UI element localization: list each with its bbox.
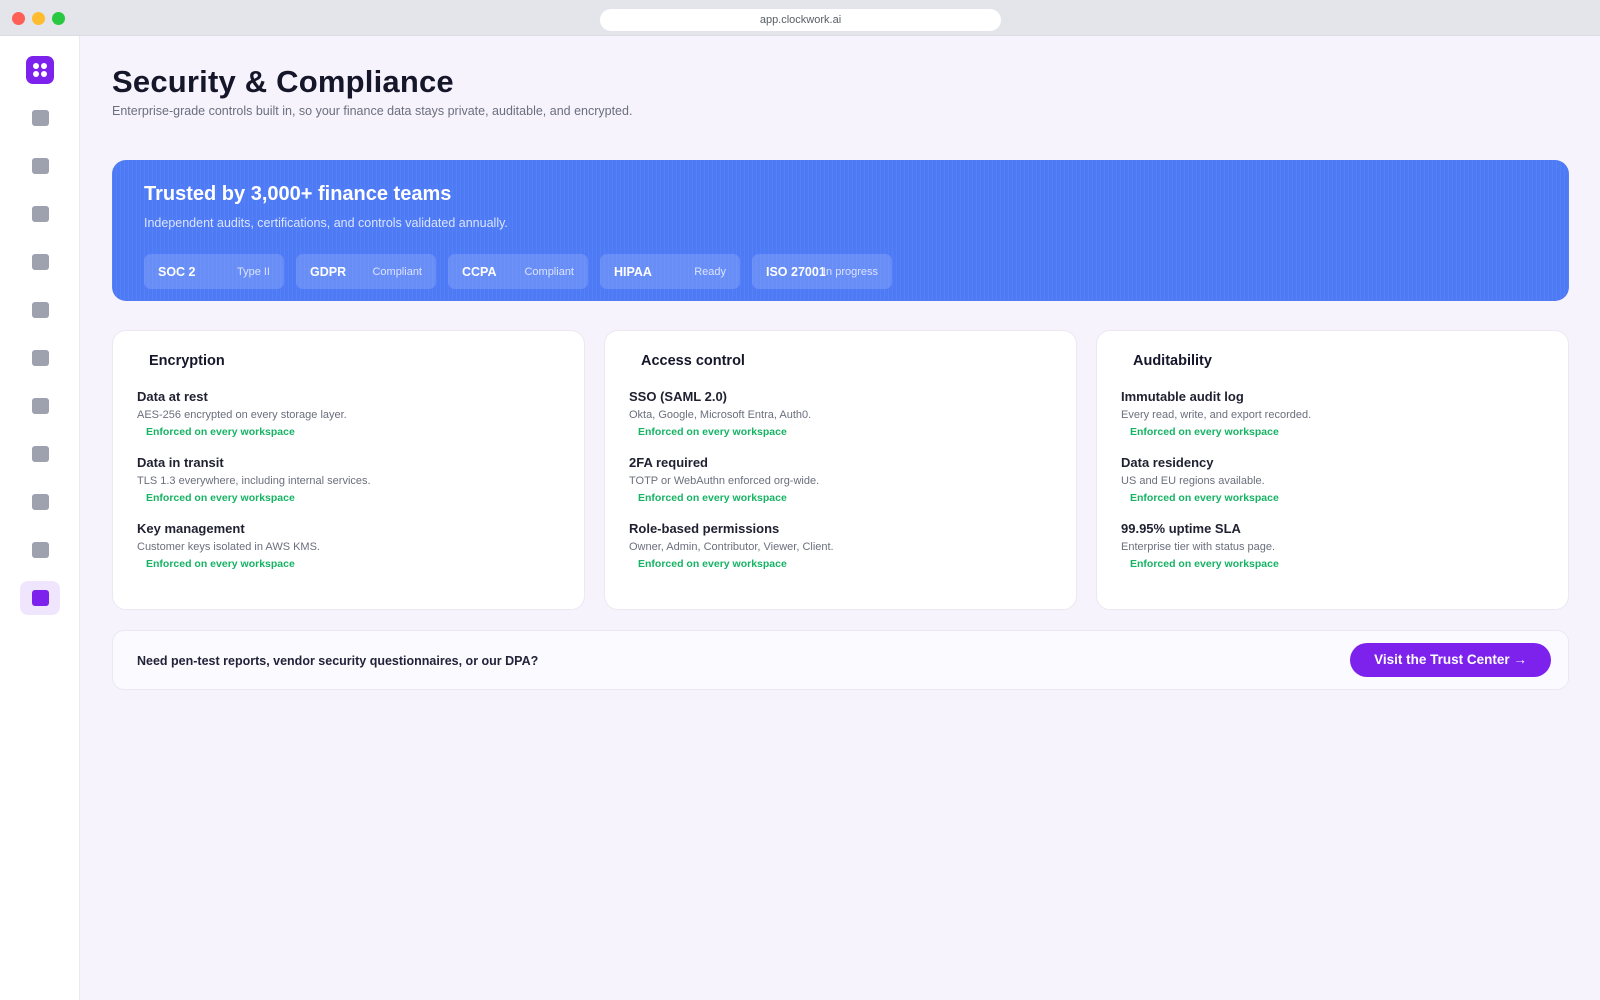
feature-item: 2FA required TOTP or WebAuthn enforced o… [629, 455, 819, 504]
sidebar-item-10[interactable] [20, 533, 60, 567]
sidebar-item-5[interactable] [20, 293, 60, 327]
sidebar-item-1[interactable] [20, 101, 60, 135]
sidebar-item-6[interactable] [20, 341, 60, 375]
feature-item: Role-based permissions Owner, Admin, Con… [629, 521, 834, 570]
sidebar-item-8[interactable] [20, 437, 60, 471]
feature-description: Enterprise tier with status page. [1121, 541, 1276, 553]
certification-badge: SOC 2 Type II [144, 254, 284, 289]
feature-description: AES-256 encrypted on every storage layer… [137, 409, 347, 421]
access-control-card: Access control SSO (SAML 2.0) Okta, Goog… [604, 330, 1077, 610]
badge-status: Compliant [524, 266, 574, 278]
badge-name: GDPR [310, 265, 347, 279]
feature-status: Enforced on every workspace [1130, 492, 1279, 504]
sidebar-item-7[interactable] [20, 389, 60, 423]
nav-icon [32, 494, 49, 510]
trust-banner-subtitle: Independent audits, certifications, and … [144, 216, 508, 230]
feature-item: Key management Customer keys isolated in… [137, 521, 320, 570]
feature-status: Enforced on every workspace [638, 426, 787, 438]
visit-trust-center-button[interactable]: Visit the Trust Center → [1350, 643, 1551, 677]
sidebar-item-security[interactable] [20, 581, 60, 615]
feature-title: Data residency [1121, 455, 1214, 470]
feature-item: Immutable audit log Every read, write, a… [1121, 389, 1311, 438]
badge-name: SOC 2 [158, 265, 196, 279]
badge-status: Ready [694, 266, 726, 278]
feature-title: SSO (SAML 2.0) [629, 389, 728, 404]
badge-name: HIPAA [614, 265, 652, 279]
feature-item: 99.95% uptime SLA Enterprise tier with s… [1121, 521, 1279, 570]
nav-icon [32, 590, 49, 606]
feature-item: Data residency US and EU regions availab… [1121, 455, 1279, 504]
page-title: Security & Compliance [112, 64, 454, 99]
feature-status: Enforced on every workspace [638, 492, 787, 504]
trust-center-cta: Need pen-test reports, vendor security q… [112, 630, 1569, 690]
feature-title: Data in transit [137, 455, 224, 470]
feature-item: Data at rest AES-256 encrypted on every … [137, 389, 347, 438]
page-subtitle: Enterprise-grade controls built in, so y… [112, 104, 633, 118]
feature-status: Enforced on every workspace [1130, 558, 1279, 570]
window-zoom-button[interactable] [52, 12, 65, 25]
trust-banner: Trusted by 3,000+ finance teams Independ… [112, 160, 1569, 301]
badge-name: ISO 27001 [766, 265, 826, 279]
sidebar-item-2[interactable] [20, 149, 60, 183]
feature-title: Role-based permissions [629, 521, 780, 536]
feature-status: Enforced on every workspace [146, 492, 295, 504]
feature-status: Enforced on every workspace [1130, 426, 1279, 438]
feature-description: TOTP or WebAuthn enforced org-wide. [629, 475, 820, 487]
address-bar[interactable]: app.clockwork.ai [600, 9, 1001, 31]
nav-icon [32, 206, 49, 222]
feature-title: Data at rest [137, 389, 208, 404]
feature-status: Enforced on every workspace [146, 426, 295, 438]
sidebar-item-4[interactable] [20, 245, 60, 279]
cta-text: Need pen-test reports, vendor security q… [137, 654, 539, 668]
feature-title: Key management [137, 521, 245, 536]
window-minimize-button[interactable] [32, 12, 45, 25]
sidebar-item-3[interactable] [20, 197, 60, 231]
nav-icon [32, 542, 49, 558]
encryption-card: Encryption Data at rest AES-256 encrypte… [112, 330, 585, 610]
nav-icon [32, 398, 49, 414]
feature-description: US and EU regions available. [1121, 475, 1265, 487]
badge-status: In progress [822, 266, 878, 278]
sidebar-item-9[interactable] [20, 485, 60, 519]
feature-title: Immutable audit log [1121, 389, 1244, 404]
nav-icon [32, 302, 49, 318]
feature-description: Every read, write, and export recorded. [1121, 409, 1312, 421]
feature-title: 99.95% uptime SLA [1121, 521, 1241, 536]
certification-badge: ISO 27001 In progress [752, 254, 892, 289]
nav-icon [32, 254, 49, 270]
feature-item: SSO (SAML 2.0) Okta, Google, Microsoft E… [629, 389, 811, 438]
nav-icon [32, 158, 49, 174]
window-close-button[interactable] [12, 12, 25, 25]
feature-item: Data in transit TLS 1.3 everywhere, incl… [137, 455, 371, 504]
feature-description: Owner, Admin, Contributor, Viewer, Clien… [629, 541, 834, 553]
trust-banner-title: Trusted by 3,000+ finance teams [144, 183, 452, 205]
nav-icon [32, 446, 49, 462]
feature-status: Enforced on every workspace [146, 558, 295, 570]
feature-description: TLS 1.3 everywhere, including internal s… [137, 475, 371, 487]
card-title: Encryption [149, 353, 225, 369]
feature-description: Customer keys isolated in AWS KMS. [137, 541, 320, 553]
nav-icon [32, 110, 49, 126]
feature-title: 2FA required [629, 455, 708, 470]
clockwork-logo-icon[interactable] [26, 56, 54, 84]
feature-status: Enforced on every workspace [638, 558, 787, 570]
badge-status: Type II [236, 266, 270, 278]
nav-icon [32, 350, 49, 366]
certification-badge: HIPAA Ready [600, 254, 740, 289]
card-title: Access control [641, 353, 745, 369]
browser-chrome: app.clockwork.ai [0, 0, 1600, 36]
certification-badge: GDPR Compliant [296, 254, 436, 289]
certification-badge: CCPA Compliant [448, 254, 588, 289]
card-title: Auditability [1133, 353, 1212, 369]
auditability-card: Auditability Immutable audit log Every r… [1096, 330, 1569, 610]
feature-description: Okta, Google, Microsoft Entra, Auth0. [629, 409, 812, 421]
sidebar [0, 36, 80, 1000]
badge-name: CCPA [462, 265, 497, 279]
badge-status: Compliant [372, 266, 422, 278]
